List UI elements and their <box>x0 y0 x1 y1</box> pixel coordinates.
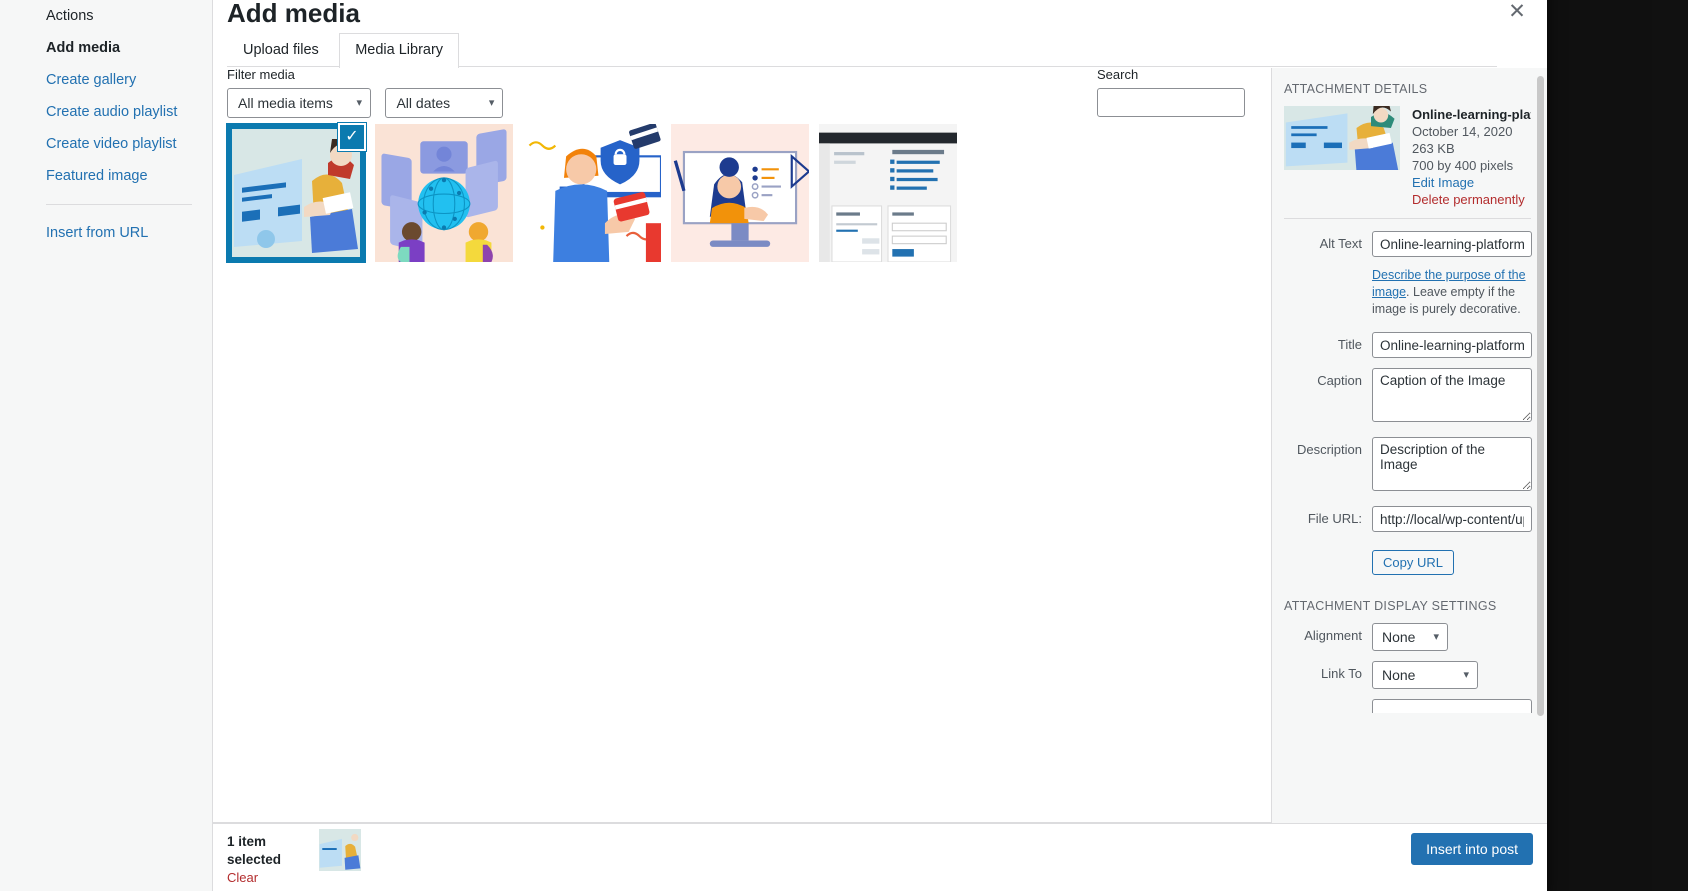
illustration-team-network <box>375 124 513 262</box>
chevron-down-icon: ▾ <box>489 89 495 117</box>
menu-divider <box>46 204 192 205</box>
selected-attachment-thumbnail[interactable] <box>319 829 361 871</box>
alignment-select[interactable]: None ▾ <box>1372 623 1448 651</box>
illustration-online-presenter <box>671 124 809 262</box>
media-tabs: Upload files Media Library <box>227 33 1497 67</box>
sidebar-scrollbar[interactable] <box>1537 76 1544 716</box>
chevron-down-icon: ▾ <box>356 89 362 117</box>
media-type-filter-value: All media items <box>238 95 333 111</box>
filter-group: Filter media All media items ▾ All dates… <box>227 68 503 118</box>
media-toolbar: Filter media All media items ▾ All dates… <box>213 68 1271 124</box>
menu-item-create-gallery[interactable]: Create gallery <box>0 64 212 96</box>
attachment-thumbnail <box>375 124 513 262</box>
illustration-selected-thumb <box>319 829 361 871</box>
close-icon[interactable]: ✕ <box>1499 0 1535 30</box>
caption-textarea[interactable]: Caption of the Image <box>1372 368 1532 422</box>
alignment-value: None <box>1382 629 1415 645</box>
caption-setting: Caption Caption of the Image <box>1284 368 1531 427</box>
search-group: Search <box>1097 68 1245 117</box>
link-to-label: Link To <box>1284 665 1362 682</box>
attachment-item-secure-card-payment[interactable] <box>523 124 661 262</box>
alt-text-label: Alt Text <box>1284 235 1362 252</box>
description-setting: Description Description of the Image <box>1284 437 1531 496</box>
attachment-thumbnail <box>671 124 809 262</box>
description-textarea[interactable]: Description of the Image <box>1372 437 1532 491</box>
add-media-modal: ✕ Actions Add media Create gallery Creat… <box>0 0 1547 891</box>
copy-url-button[interactable]: Copy URL <box>1372 550 1454 575</box>
check-icon[interactable]: ✓ <box>338 123 366 151</box>
description-label: Description <box>1284 441 1362 458</box>
attachment-item-dashboard-screenshot[interactable] <box>819 124 957 262</box>
size-select-partial[interactable] <box>1372 699 1532 713</box>
tab-upload-files[interactable]: Upload files <box>227 33 335 68</box>
alignment-label: Alignment <box>1284 627 1362 644</box>
alt-text-setting: Alt Text <box>1284 231 1531 257</box>
illustration-secure-payment <box>523 124 661 262</box>
search-label: Search <box>1097 68 1245 82</box>
media-menu-heading: Actions <box>0 0 212 32</box>
attachments-browser: Filter media All media items ▾ All dates… <box>213 68 1271 823</box>
file-url-input[interactable] <box>1372 506 1532 532</box>
illustration-dashboard-screenshot <box>819 124 957 262</box>
attachment-item-online-presenter-monitor[interactable] <box>671 124 809 262</box>
caption-label: Caption <box>1284 372 1362 389</box>
edit-image-link[interactable]: Edit Image <box>1412 174 1531 191</box>
filter-media-label: Filter media <box>227 68 503 82</box>
file-url-label: File URL: <box>1284 510 1362 527</box>
attachment-thumbnail <box>819 124 957 262</box>
attachment-filename: Online-learning-platforms-700x400-1.png <box>1412 106 1531 123</box>
alt-text-input[interactable] <box>1372 231 1532 257</box>
attachment-date: October 14, 2020 <box>1412 123 1531 140</box>
chevron-down-icon: ▾ <box>1463 662 1469 688</box>
attachment-filesize: 263 KB <box>1412 140 1531 157</box>
illustration-online-learning-small <box>1284 106 1400 170</box>
media-type-filter-select[interactable]: All media items ▾ <box>227 88 371 118</box>
title-label: Title <box>1284 336 1362 353</box>
attachment-item-virtual-team-network[interactable] <box>375 124 513 262</box>
file-url-setting: File URL: <box>1284 506 1531 532</box>
tab-media-library[interactable]: Media Library <box>339 33 459 69</box>
alignment-setting: Alignment None ▾ <box>1284 623 1531 651</box>
insert-into-post-button[interactable]: Insert into post <box>1411 833 1533 865</box>
link-to-select[interactable]: None ▾ <box>1372 661 1478 689</box>
attachments-grid: ✓ <box>227 124 1257 822</box>
media-selection: 1 item selected Clear <box>227 829 361 873</box>
media-menu: Actions Add media Create gallery Create … <box>0 0 213 891</box>
menu-item-create-video-playlist[interactable]: Create video playlist <box>0 128 212 160</box>
media-frame-content: Filter media All media items ▾ All dates… <box>213 68 1547 823</box>
display-settings-heading: ATTACHMENT DISPLAY SETTINGS <box>1284 599 1531 613</box>
attachment-meta: Online-learning-platforms-700x400-1.png … <box>1412 106 1531 208</box>
search-input[interactable] <box>1097 88 1245 117</box>
attachment-item-online-learning-platforms[interactable]: ✓ <box>227 124 365 262</box>
link-to-value: None <box>1382 667 1415 683</box>
attachment-dimensions: 700 by 400 pixels <box>1412 157 1531 174</box>
title-input[interactable] <box>1372 332 1532 358</box>
selection-count: 1 item selected <box>227 833 319 869</box>
menu-item-add-media[interactable]: Add media <box>0 32 212 64</box>
title-setting: Title <box>1284 332 1531 358</box>
selection-info: 1 item selected Clear <box>227 829 319 887</box>
date-filter-value: All dates <box>396 95 450 111</box>
attachment-info: Online-learning-platforms-700x400-1.png … <box>1284 106 1531 208</box>
media-frame-toolbar: 1 item selected Clear Insert into post <box>213 823 1547 871</box>
clear-selection-link[interactable]: Clear <box>227 870 258 885</box>
delete-permanently-link[interactable]: Delete permanently <box>1412 191 1531 208</box>
date-filter-select[interactable]: All dates ▾ <box>385 88 503 118</box>
sidebar-divider <box>1284 218 1531 219</box>
chevron-down-icon: ▾ <box>1433 624 1439 650</box>
menu-item-create-audio-playlist[interactable]: Create audio playlist <box>0 96 212 128</box>
attachment-preview-thumbnail <box>1284 106 1400 170</box>
attachment-thumbnail <box>523 124 661 262</box>
link-to-setting: Link To None ▾ <box>1284 661 1531 689</box>
menu-item-featured-image[interactable]: Featured image <box>0 160 212 192</box>
menu-item-insert-from-url[interactable]: Insert from URL <box>0 217 212 249</box>
page-title: Add media <box>227 0 360 32</box>
alt-text-help: Describe the purpose of the image. Leave… <box>1372 267 1538 318</box>
attachment-details-sidebar: ATTACHMENT DETAILS <box>1271 68 1547 823</box>
attachment-details-heading: ATTACHMENT DETAILS <box>1284 82 1531 96</box>
